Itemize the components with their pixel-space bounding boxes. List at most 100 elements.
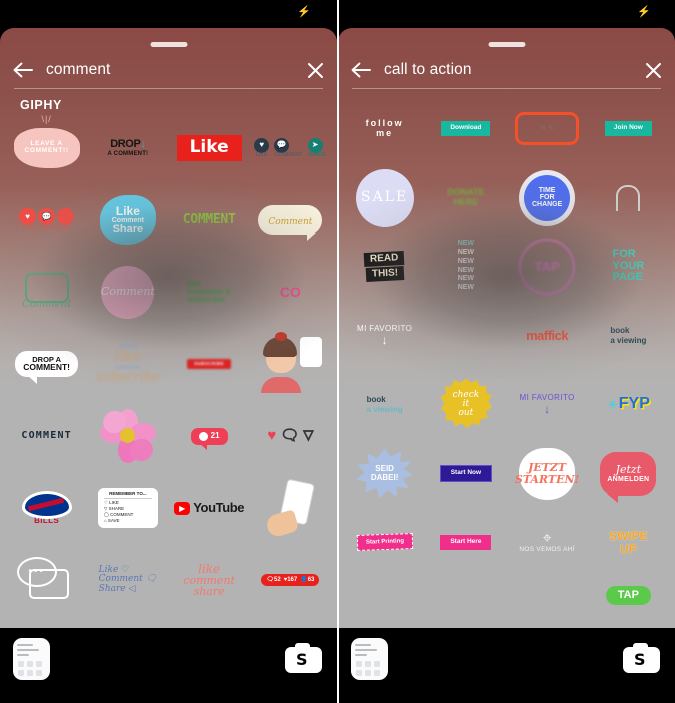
sticker-swipe-up-orange[interactable]: SWIPE UP — [588, 508, 669, 577]
phone-panel-right: ⚡ call to action follow me Download ✎ ✎ … — [338, 0, 675, 703]
close-icon[interactable] — [631, 62, 675, 79]
search-header-left: comment — [0, 53, 337, 87]
sticker-line-2: A COMMENT! — [107, 150, 149, 157]
sticker-label: FYP — [618, 395, 650, 413]
sticker-start-printing-pink-button[interactable]: Start Printing — [344, 508, 425, 577]
sticker-like-red-banner[interactable]: Like — [169, 112, 250, 184]
sticker-for-your-page-teal-text[interactable]: FOR YOUR PAGE — [588, 232, 669, 301]
back-arrow-icon[interactable] — [0, 61, 46, 79]
bubble-tail-icon — [27, 375, 38, 385]
camera-flip-icon[interactable]: S — [285, 643, 322, 673]
sticker-join-now-teal-button[interactable]: Join Now — [588, 94, 669, 163]
sticker-engagement-stats-badge[interactable]: 🗨52 ♥167 👤63 — [250, 544, 331, 616]
sticker-label: Start Here — [440, 535, 492, 550]
sticker-jetzt-anmelden-red-bubble[interactable]: Jetzt ANMELDEN — [588, 439, 669, 508]
sticker-tap-pink-circle[interactable]: TAP — [507, 232, 588, 301]
sticker-label: COMMENT — [182, 212, 236, 228]
sticker-drop-a-comment-text[interactable]: DROP↓ A COMMENT! — [87, 112, 168, 184]
keyboard-icon[interactable] — [13, 638, 50, 680]
keyboard-icon[interactable] — [351, 638, 388, 680]
sticker-leave-a-comment-blob[interactable]: \|/ LEAVE A COMMENT!! — [6, 112, 87, 184]
sticker-jetzt-starten-white-blob[interactable]: JETZT STARTEN! — [507, 439, 588, 508]
sticker-new-repeated-list[interactable]: NEW NEW NEW NEW NEW NEW — [425, 232, 506, 301]
sticker-comment-outline-bubbles[interactable]: ••• — [6, 544, 87, 616]
sticker-mi-favorito-purple-arrow[interactable]: MI FAVORITO ↓ — [507, 370, 588, 439]
sticker-start-now-purple-button[interactable]: Start Now — [425, 439, 506, 508]
sticker-like-comment-share-blue-blob[interactable]: Like Comment Share — [87, 184, 168, 256]
sticker-like-comment-share-icons[interactable]: ♥ LIKE 💬 COMMENT ➤ SHARE — [250, 112, 331, 184]
sticker-row8-empty-3 — [507, 577, 588, 628]
comment-icon: 💬 — [38, 208, 56, 226]
sticker-label: Like — [189, 137, 229, 158]
list-title: REMEMBER TO... — [103, 492, 152, 499]
sticker-grid-right: follow me Download ✎ ✎ Join Now SALE DON… — [338, 94, 675, 628]
sticker-blank-cell-a[interactable] — [425, 301, 506, 370]
sticker-pink-flower-illustration[interactable] — [87, 400, 168, 472]
sticker-subscribe-red-button[interactable]: SUBSCRIBE — [169, 328, 250, 400]
send-icon: ▽ — [303, 427, 314, 443]
sticker-co-pink-green-text[interactable]: CO — [250, 256, 331, 328]
sticker-please-like-comment-subscribe[interactable]: Please like comment subscribe — [87, 328, 168, 400]
sticker-label: TAP — [519, 238, 576, 295]
sticker-comment-green-text[interactable]: COMMENT — [169, 184, 250, 256]
sticker-comment-pink-circle[interactable]: Comment — [87, 256, 168, 328]
sparkle-icon: \|/ — [41, 114, 52, 124]
sticker-comment-count-badge[interactable]: 21 — [169, 400, 250, 472]
sticker-comment-dark-text[interactable]: COMMENT — [6, 400, 87, 472]
sticker-label: SALE — [355, 168, 414, 227]
sticker-line-3: share — [193, 585, 225, 599]
sticker-line-3: Share ◁ — [98, 583, 136, 594]
sticker-tap-green-partial[interactable]: TAP — [588, 577, 669, 628]
list-item: ♡ LIKE — [103, 499, 119, 505]
sticker-line-1: FOR — [612, 248, 636, 261]
drag-handle[interactable] — [150, 42, 187, 47]
sticker-book-a-viewing-blue[interactable]: book a viewing — [344, 370, 425, 439]
sticker-label: YouTube — [193, 500, 245, 516]
sticker-seid-dabei-blue-starburst[interactable]: SEID DABEI! — [344, 439, 425, 508]
sticker-comment-cream-bubble[interactable]: Comment — [250, 184, 331, 256]
sticker-donate-here-text[interactable]: DONATE HERE — [425, 163, 506, 232]
sticker-line-3: Share — [112, 223, 144, 236]
sticker-mi-favorito-white-arrow[interactable]: MI FAVORITO ↓ — [344, 301, 425, 370]
sticker-label: Start Printing — [356, 533, 413, 552]
sticker-read-this-black-banner[interactable]: READ THIS! — [344, 232, 425, 301]
sticker-hand-holding-phone-illustration[interactable] — [250, 472, 331, 544]
sticker-fyp-blue-yellow[interactable]: ✳ FYP — [588, 370, 669, 439]
sticker-time-for-change-blue-circle[interactable]: TIME FOR CHANGE — [507, 163, 588, 232]
sticker-heart-comment-send-icons[interactable]: ♥ 🗨 ▽ — [250, 400, 331, 472]
sticker-nos-vemos-ahi-pin[interactable]: ⌖ NOS VEMOS AHÍ — [507, 508, 588, 577]
sticker-three-red-circles[interactable]: ♥ 💬 Like Comment — [6, 184, 87, 256]
sticker-orange-outline-box[interactable]: ✎ ✎ — [507, 94, 588, 163]
screenshot-stage: ⚡ comment GIPHY \|/ LEAVE A COMMENT!! DR… — [0, 0, 675, 703]
sticker-start-here-pink-button[interactable]: Start Here — [425, 508, 506, 577]
search-input[interactable]: comment — [46, 61, 293, 79]
back-arrow-icon[interactable] — [338, 61, 384, 79]
camera-flip-icon[interactable]: S — [623, 643, 660, 673]
close-icon[interactable] — [293, 62, 337, 79]
sticker-search-sheet-right: call to action follow me Download ✎ ✎ Jo… — [338, 28, 675, 628]
sticker-remember-to-checklist[interactable]: REMEMBER TO... ♡ LIKE ▽ SHARE ◯ COMMENT … — [87, 472, 168, 544]
search-input[interactable]: call to action — [384, 61, 631, 79]
list-item: ◯ COMMENT — [103, 512, 134, 518]
sticker-line-2: THIS! — [365, 266, 405, 283]
sticker-follow-me-text[interactable]: follow me — [344, 94, 425, 163]
sticker-sale-lavender-circle[interactable]: SALE — [344, 163, 425, 232]
drag-handle[interactable] — [488, 42, 525, 47]
sticker-like-comment-share-coral-script[interactable]: like comment share — [169, 544, 250, 616]
sticker-girl-speech-bubble-illustration[interactable] — [250, 328, 331, 400]
speech-bubble-icon — [300, 337, 323, 367]
sticker-like-comment-subscribe-green[interactable]: like comment & subscribe — [169, 256, 250, 328]
sticker-book-a-viewing-dark[interactable]: book a viewing — [588, 301, 669, 370]
comment-icon — [198, 431, 208, 441]
status-bar-right: ⚡ — [338, 0, 675, 28]
sticker-maffick-logo[interactable]: maffick — [507, 301, 588, 370]
sticker-drop-a-comment-bubble[interactable]: DROP A COMMENT! — [6, 328, 87, 400]
sticker-youtube-logo[interactable]: ▶ YouTube — [169, 472, 250, 544]
sticker-comment-green-outline-bubble[interactable]: Comment — [6, 256, 87, 328]
sticker-like-comment-share-blue-script[interactable]: Like ♡ Comment 🗨 Share ◁ — [87, 544, 168, 616]
sticker-arch-outline-shape[interactable] — [588, 163, 669, 232]
sticker-check-it-out-yellow-badge[interactable]: check it out — [425, 370, 506, 439]
sticker-download-teal-button[interactable]: Download — [425, 94, 506, 163]
sticker-line-2: DABEI! — [370, 472, 399, 482]
sticker-buffalo-bills-logo[interactable]: BILLS — [6, 472, 87, 544]
